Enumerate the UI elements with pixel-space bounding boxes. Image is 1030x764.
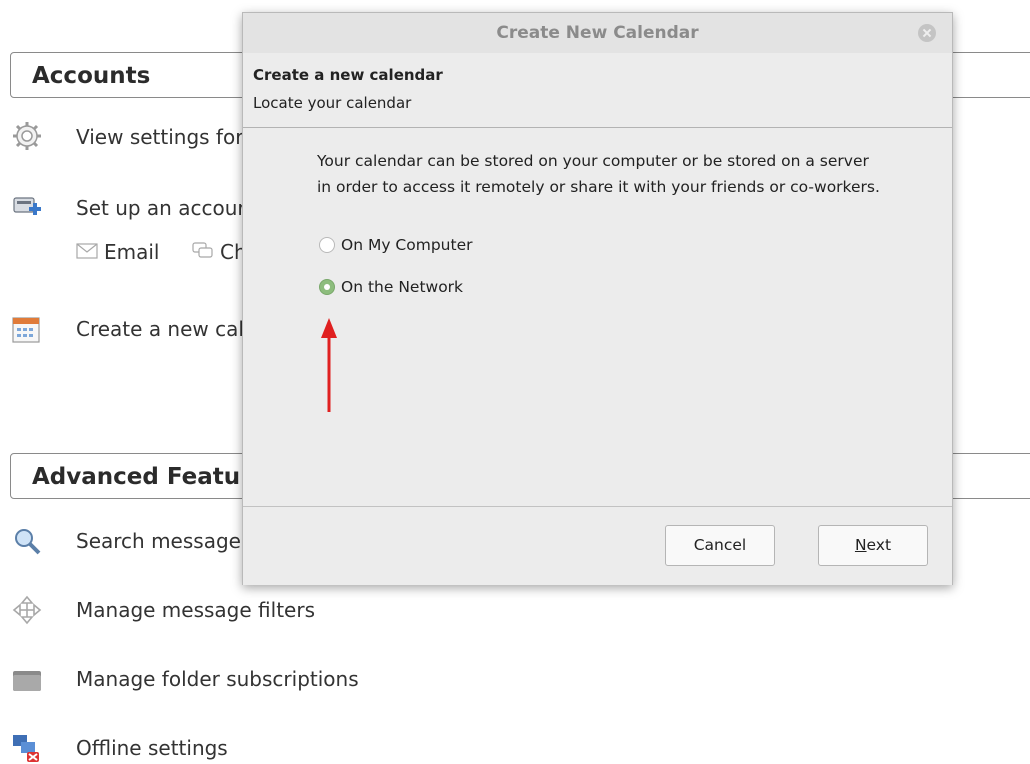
offline-settings-link[interactable]: Offline settings	[76, 736, 228, 760]
cancel-button[interactable]: Cancel	[665, 525, 775, 566]
manage-subscriptions-link[interactable]: Manage folder subscriptions	[76, 667, 359, 691]
wizard-heading: Create a new calendar	[253, 66, 443, 84]
email-link[interactable]: Email	[76, 240, 160, 264]
advanced-header-label: Advanced Featu	[32, 464, 241, 490]
offline-icon	[13, 735, 39, 762]
email-label: Email	[104, 240, 160, 264]
location-description: Your calendar can be stored on your comp…	[317, 152, 880, 196]
radio-label-network: On the Network	[341, 278, 464, 296]
filter-icon	[12, 595, 42, 625]
wizard-footer: Cancel Next	[243, 506, 952, 585]
manage-filters-link[interactable]: Manage message filters	[76, 598, 315, 622]
wizard-body: Your calendar can be stored on your comp…	[243, 128, 952, 506]
chat-icon	[192, 242, 213, 258]
radio-on-the-network[interactable]: On the Network	[319, 278, 463, 296]
radio-button-checked[interactable]	[319, 279, 335, 295]
search-messages-link[interactable]: Search messages	[76, 529, 251, 553]
next-mnemonic: N	[854, 536, 867, 554]
wizard-header: Create a new calendar Locate your calend…	[243, 53, 952, 128]
magnifier-icon	[15, 529, 41, 555]
create-calendar-dialog: Create New Calendar Create a new calenda…	[242, 12, 953, 585]
wizard-subheading: Locate your calendar	[253, 94, 412, 112]
gear-icon	[13, 122, 41, 150]
close-icon[interactable]	[918, 24, 936, 42]
envelope-icon	[76, 243, 98, 259]
radio-button-unchecked[interactable]	[319, 237, 335, 253]
radio-label-computer: On My Computer	[341, 236, 473, 254]
create-calendar-link[interactable]: Create a new cal	[76, 317, 244, 341]
dialog-title: Create New Calendar	[496, 23, 699, 43]
chat-link[interactable]: Ch	[192, 240, 247, 264]
next-button[interactable]: Next	[818, 525, 928, 566]
dialog-titlebar[interactable]: Create New Calendar	[243, 13, 952, 53]
setup-account-label: Set up an accour	[76, 196, 246, 220]
calendar-icon	[12, 317, 40, 343]
folder-icon	[13, 671, 41, 691]
annotation-arrow-icon	[321, 318, 337, 412]
next-label-rest: ext	[866, 536, 892, 554]
account-add-icon	[13, 197, 41, 215]
view-settings-link[interactable]: View settings for	[76, 125, 243, 149]
radio-on-my-computer[interactable]: On My Computer	[319, 236, 472, 254]
accounts-header-label: Accounts	[32, 63, 151, 89]
